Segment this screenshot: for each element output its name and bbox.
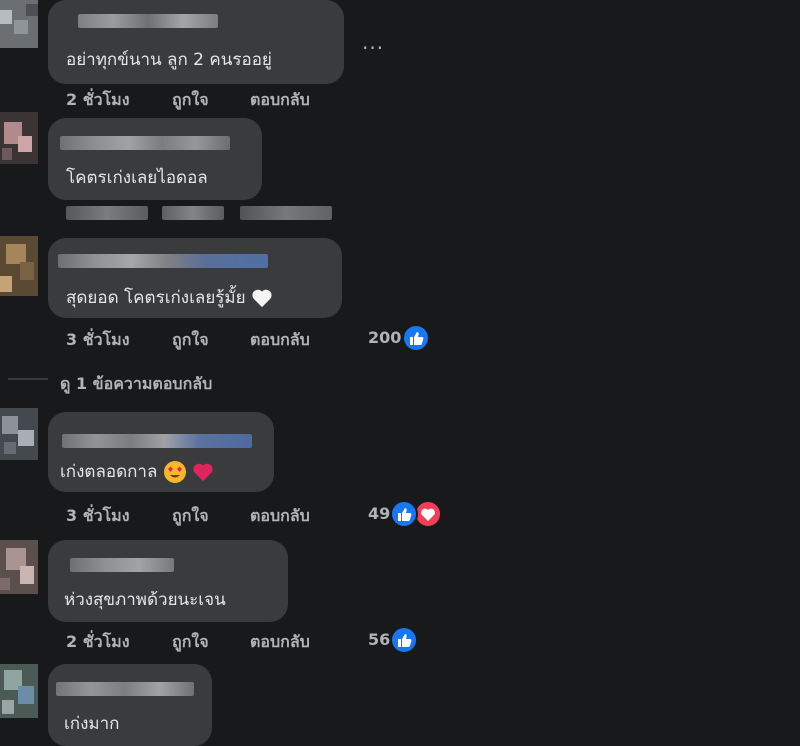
comment-text: สุดยอด โคตรเก่งเลยรู้มั้ย bbox=[66, 284, 273, 311]
avatar[interactable] bbox=[0, 236, 38, 296]
comment-text: โคตรเก่งเลยไอดอล bbox=[66, 168, 208, 188]
avatar[interactable] bbox=[0, 0, 38, 48]
reply-button[interactable]: ตอบกลับ bbox=[250, 504, 310, 529]
comment-text: ห่วงสุขภาพด้วยนะเจน bbox=[64, 590, 226, 610]
avatar[interactable] bbox=[0, 540, 38, 594]
like-button[interactable]: ถูกใจ bbox=[172, 328, 209, 353]
comment-time[interactable]: 2 ชั่วโมง bbox=[66, 88, 130, 113]
reaction-count[interactable]: 56 bbox=[368, 630, 390, 649]
love-reaction-icon bbox=[414, 500, 442, 528]
reaction-count[interactable]: 200 bbox=[368, 328, 401, 347]
reply-button[interactable]: ตอบกลับ bbox=[250, 630, 310, 655]
blurred-author-name[interactable] bbox=[56, 682, 194, 696]
like-reaction-icon bbox=[402, 324, 430, 352]
reply-button[interactable]: ตอบกลับ bbox=[250, 328, 310, 353]
heart-eyes-emoji-icon bbox=[163, 461, 186, 483]
reply-thread-connector bbox=[8, 378, 48, 380]
reaction-count[interactable]: 49 bbox=[368, 504, 390, 523]
avatar[interactable] bbox=[0, 112, 38, 164]
more-options-icon[interactable]: ... bbox=[362, 30, 384, 54]
comment-bubble: ห่วงสุขภาพด้วยนะเจน bbox=[48, 540, 288, 622]
comment-text: อย่าทุกข์นาน ลูก 2 คนรออยู่ bbox=[66, 50, 272, 70]
comment-text: เก่งตลอดกาล bbox=[60, 458, 214, 485]
avatar[interactable] bbox=[0, 408, 38, 460]
comment-time[interactable]: 2 ชั่วโมง bbox=[66, 630, 130, 655]
like-reaction-icon bbox=[390, 626, 418, 654]
comment-bubble: โคตรเก่งเลยไอดอล bbox=[48, 118, 262, 200]
view-replies-link[interactable]: ดู 1 ข้อความตอบกลับ bbox=[60, 372, 212, 397]
blurred-author-name[interactable] bbox=[58, 254, 268, 268]
like-button[interactable]: ถูกใจ bbox=[172, 504, 209, 529]
like-button[interactable]: ถูกใจ bbox=[172, 630, 209, 655]
comment-bubble: เก่งมาก bbox=[48, 664, 212, 746]
comment-time[interactable]: 3 ชั่วโมง bbox=[66, 504, 130, 529]
blurred-author-name[interactable] bbox=[78, 14, 218, 28]
comment-bubble: สุดยอด โคตรเก่งเลยรู้มั้ย bbox=[48, 238, 342, 318]
comment-time[interactable]: 3 ชั่วโมง bbox=[66, 328, 130, 353]
avatar[interactable] bbox=[0, 664, 38, 718]
like-reaction-icon bbox=[390, 500, 418, 528]
blurred-author-name[interactable] bbox=[70, 558, 174, 572]
comment-text: เก่งมาก bbox=[64, 714, 120, 734]
comment-bubble: อย่าทุกข์นาน ลูก 2 คนรออยู่ bbox=[48, 0, 344, 84]
red-heart-icon bbox=[193, 463, 213, 482]
reply-button[interactable]: ตอบกลับ bbox=[250, 88, 310, 113]
comment-bubble: เก่งตลอดกาล bbox=[48, 412, 274, 492]
blurred-author-name[interactable] bbox=[60, 136, 230, 150]
like-button[interactable]: ถูกใจ bbox=[172, 88, 209, 113]
blurred-author-name[interactable] bbox=[62, 434, 252, 448]
white-heart-icon bbox=[252, 289, 272, 308]
